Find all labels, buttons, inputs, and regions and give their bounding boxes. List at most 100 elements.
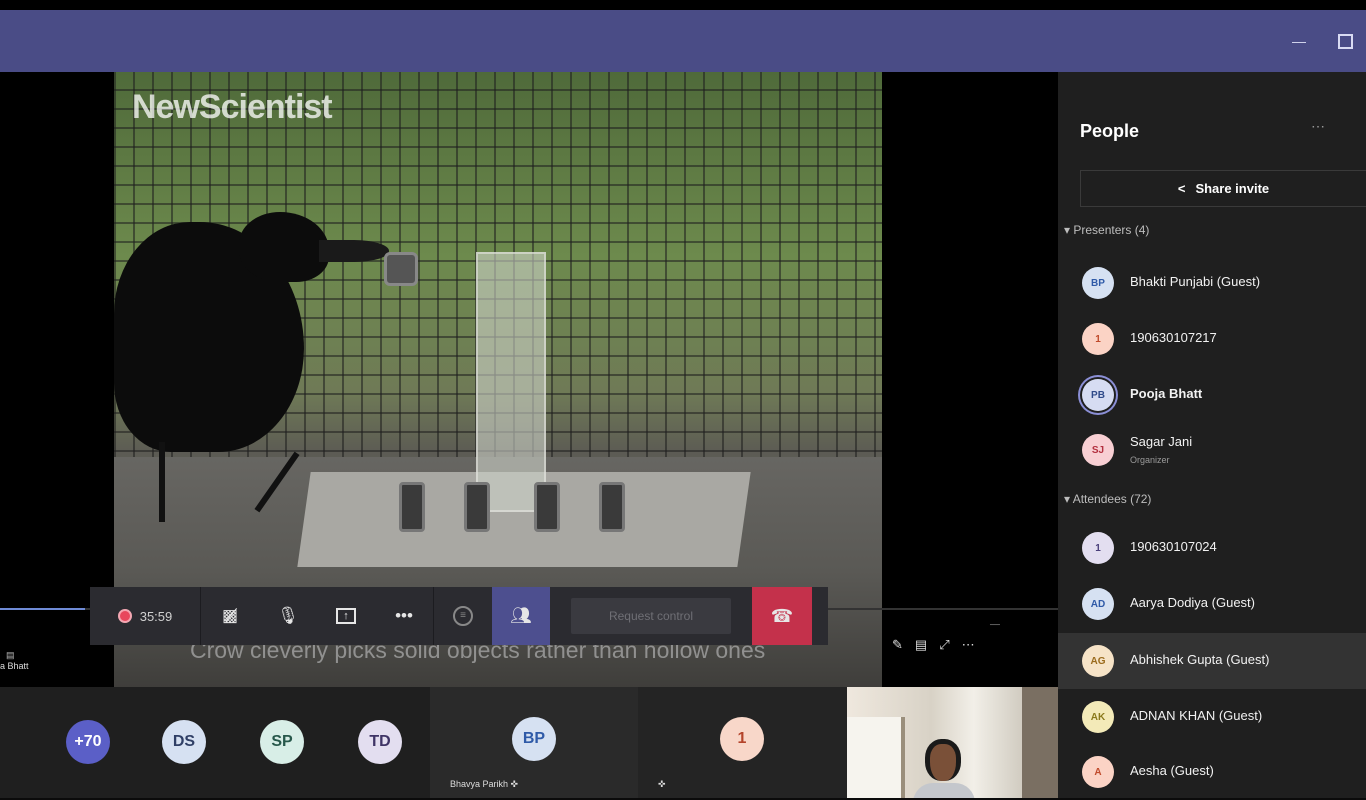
avatar: 1 (720, 717, 764, 761)
more-icon[interactable]: ⋯ (1311, 118, 1325, 135)
pen-icon[interactable]: ✎ (892, 637, 903, 653)
person-head (925, 739, 961, 781)
collapse-icon: ▾ (1064, 223, 1071, 237)
mic-off-icon: ✜ (510, 779, 519, 789)
test-object (534, 482, 560, 532)
avatar: AG (1082, 645, 1114, 677)
chat-icon: ≡ (453, 606, 473, 626)
presenters-section-header[interactable]: ▾ Presenters (4) (1064, 223, 1149, 237)
avatar: BP (1082, 267, 1114, 299)
panel-title: People (1080, 121, 1140, 141)
screen-share-icon: ▤ (6, 650, 15, 660)
participant-list-item[interactable]: 1 190630107217 (1058, 311, 1366, 367)
people-button[interactable]: 👥︎ (492, 587, 550, 645)
video-tools: ✎ ▤ ⤢ ⋯ (892, 637, 975, 653)
participant-list-item[interactable]: A Aesha (Guest) (1058, 744, 1366, 800)
request-control-area: Request control (550, 587, 752, 645)
video-timecode: ── (990, 622, 1000, 629)
test-object (464, 482, 490, 532)
call-timer: 35:59 (139, 608, 173, 624)
crow-held-object (384, 252, 418, 286)
avatar: BP (512, 717, 556, 761)
crow-leg (159, 442, 165, 522)
people-panel: People ⋯ < Share invite ▾ Presenters (4)… (1058, 72, 1366, 798)
avatar: A (1082, 756, 1114, 788)
participant-name: ADNAN KHAN (Guest) (1130, 708, 1263, 723)
participant-list-item[interactable]: 1 190630107024 (1058, 520, 1366, 576)
participant-list-item[interactable]: AK ADNAN KHAN (Guest) (1058, 689, 1366, 745)
call-toolbar: 35:59 ▩̸ 🎙︎ ↑ ••• ≡ 👥︎ Request control ☎ (90, 587, 828, 645)
participant-name: Aesha (Guest) (1130, 763, 1214, 778)
more-actions-button[interactable]: ••• (375, 587, 433, 645)
mic-toggle-button[interactable]: 🎙︎ (259, 587, 317, 645)
video-watermark: NewScientist (132, 88, 333, 126)
participant-list-item[interactable]: AD Aarya Dodiya (Guest) (1058, 576, 1366, 632)
camera-off-icon: ▩̸ (221, 606, 239, 625)
crow-beak (319, 240, 389, 262)
participant-list-item[interactable]: AG Abhishek Gupta (Guest) (1058, 633, 1366, 689)
minimize-icon[interactable]: — (1290, 32, 1308, 50)
overflow-count-avatar[interactable]: +70 (66, 720, 110, 764)
participant-name: Sagar Jani (1130, 434, 1193, 449)
participant-name: Bhakti Punjabi (Guest) (1130, 274, 1261, 289)
expand-icon[interactable]: ⤢ (939, 637, 949, 653)
more-icon[interactable]: ⋯ (962, 637, 975, 653)
share-screen-icon: ↑ (336, 608, 356, 624)
participant-name: 190630107217 (1130, 330, 1217, 345)
avatar[interactable]: TD (358, 720, 402, 764)
glass-tube (476, 252, 546, 512)
avatar: PB (1082, 379, 1114, 411)
caption-icon[interactable]: ▤ (915, 637, 927, 653)
participant-name: Bhavya Parikh ✜ (450, 779, 519, 789)
room-shelf (1022, 687, 1058, 798)
avatar: AK (1082, 701, 1114, 733)
participant-name: Pooja Bhatt (1130, 386, 1203, 401)
restore-icon[interactable] (1338, 34, 1353, 49)
share-icon: < (1177, 181, 1186, 196)
overflow-avatars-tile: +70 DS SP TD (0, 687, 430, 798)
participant-tile[interactable]: 1 ✜ (638, 687, 847, 798)
share-invite-label: Share invite (1195, 181, 1270, 196)
avatar: AD (1082, 588, 1114, 620)
test-object (399, 482, 425, 532)
more-icon: ••• (395, 606, 413, 625)
participant-name: Aarya Dodiya (Guest) (1130, 595, 1255, 610)
share-screen-button[interactable]: ↑ (317, 587, 375, 645)
presenter-name: a Bhatt (0, 661, 29, 671)
attendees-section-header[interactable]: ▾ Attendees (72) (1064, 492, 1151, 506)
avatar: 1 (1082, 323, 1114, 355)
shared-content-stage: NewScientist Crow cleverly picks solid o… (0, 72, 1058, 687)
hang-up-icon: ☎ (770, 605, 794, 626)
participant-list-item[interactable]: SJ Sagar Jani Organizer (1058, 422, 1366, 478)
record-dot-icon (117, 609, 132, 623)
participant-name: ✜ (658, 779, 666, 790)
share-invite-button[interactable]: < Share invite (1080, 170, 1366, 207)
avatar[interactable]: SP (260, 720, 304, 764)
chat-button[interactable]: ≡ (434, 587, 492, 645)
participant-gallery: +70 DS SP TD BP Bhavya Parikh ✜ 1 ✜ (0, 687, 1058, 798)
avatar[interactable]: DS (162, 720, 206, 764)
participant-name: 190630107024 (1130, 539, 1217, 554)
avatar: SJ (1082, 434, 1114, 466)
people-icon: 👥︎ (510, 606, 532, 625)
avatar: 1 (1082, 532, 1114, 564)
participant-list-item[interactable]: BP Bhakti Punjabi (Guest) (1058, 255, 1366, 311)
presenter-label: ▤ a Bhatt (0, 650, 60, 671)
participant-tile[interactable]: BP Bhavya Parikh ✜ (430, 687, 638, 798)
video-progress-fill (0, 608, 85, 610)
recording-indicator: 35:59 (90, 587, 200, 645)
request-control-button[interactable]: Request control (571, 598, 731, 634)
title-bar: — (0, 10, 1366, 72)
participant-list-item[interactable]: PB Pooja Bhatt (1058, 367, 1366, 423)
test-object (599, 482, 625, 532)
mic-off-icon: 🎙︎ (277, 606, 299, 625)
room-window (847, 717, 905, 798)
top-edge (0, 0, 1366, 10)
collapse-icon: ▾ (1064, 492, 1071, 506)
participant-name: Abhishek Gupta (Guest) (1130, 652, 1270, 667)
hang-up-button[interactable]: ☎ (752, 587, 812, 645)
camera-toggle-button[interactable]: ▩̸ (201, 587, 259, 645)
self-camera-tile[interactable] (847, 687, 1058, 798)
mic-off-icon: ✜ (658, 779, 666, 789)
person-body (913, 783, 975, 798)
